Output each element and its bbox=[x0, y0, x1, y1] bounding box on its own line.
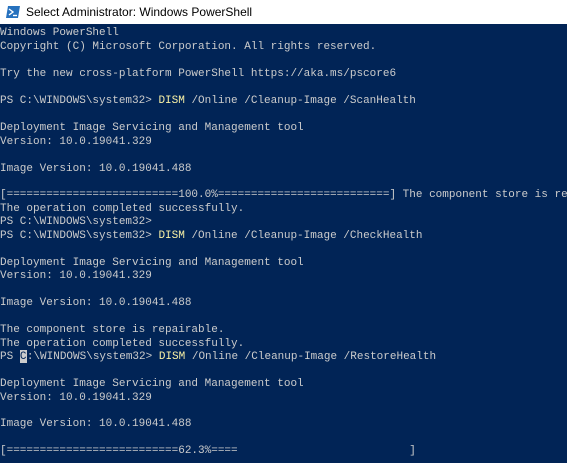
prompt: PS C:\WINDOWS\system32> bbox=[0, 95, 159, 107]
command-name: DISM bbox=[158, 95, 185, 107]
title-bar[interactable]: Select Administrator: Windows PowerShell bbox=[0, 0, 567, 24]
command-args: /Online /Cleanup-Image /CheckHealth bbox=[184, 230, 423, 242]
command-line-2: PS C:\WINDOWS\system32> DISM /Online /Cl… bbox=[0, 229, 422, 243]
console-output[interactable]: Windows PowerShell Copyright (C) Microso… bbox=[0, 24, 567, 463]
powershell-icon bbox=[6, 6, 20, 18]
progress-line-1: [==========================100.0%=======… bbox=[0, 189, 567, 201]
text-cursor: C bbox=[19, 350, 27, 363]
window-title: Select Administrator: Windows PowerShell bbox=[26, 5, 253, 19]
version-line: Version: 10.0.19041.329 bbox=[0, 270, 152, 282]
command-args: /Online /Cleanup-Image /RestoreHealth bbox=[185, 351, 437, 363]
header-line-3: Try the new cross-platform PowerShell ht… bbox=[0, 68, 397, 80]
result-line-2: The operation completed successfully. bbox=[0, 338, 245, 350]
empty-prompt-line: PS C:\WINDOWS\system32> bbox=[0, 216, 152, 228]
powershell-window: Select Administrator: Windows PowerShell… bbox=[0, 0, 567, 463]
image-version-line: Image Version: 10.0.19041.488 bbox=[0, 163, 192, 175]
prompt: PS C:\WINDOWS\system32> bbox=[0, 230, 159, 242]
command-name: DISM bbox=[158, 351, 186, 363]
command-line-1: PS C:\WINDOWS\system32> DISM /Online /Cl… bbox=[0, 94, 416, 108]
tool-name-line: Deployment Image Servicing and Managemen… bbox=[0, 378, 304, 390]
tool-name-line: Deployment Image Servicing and Managemen… bbox=[0, 257, 304, 269]
result-line-1: The operation completed successfully. bbox=[0, 203, 245, 215]
header-line-2: Copyright (C) Microsoft Corporation. All… bbox=[0, 41, 377, 53]
command-name: DISM bbox=[158, 230, 185, 242]
image-version-line: Image Version: 10.0.19041.488 bbox=[0, 297, 192, 309]
command-args: /Online /Cleanup-Image /ScanHealth bbox=[184, 95, 416, 107]
image-version-line: Image Version: 10.0.19041.488 bbox=[0, 418, 192, 430]
progress-line-2: [==========================62.3%==== ] bbox=[0, 445, 416, 457]
version-line: Version: 10.0.19041.329 bbox=[0, 136, 152, 148]
prompt-suffix: :\WINDOWS\system32> bbox=[26, 351, 159, 363]
command-line-3[interactable]: PS C:\WINDOWS\system32> DISM /Online /Cl… bbox=[0, 350, 436, 364]
prompt-prefix: PS bbox=[0, 351, 20, 363]
version-line: Version: 10.0.19041.329 bbox=[0, 392, 152, 404]
tool-name-line: Deployment Image Servicing and Managemen… bbox=[0, 122, 304, 134]
status-line: The component store is repairable. bbox=[0, 324, 225, 336]
header-line-1: Windows PowerShell bbox=[0, 27, 119, 39]
